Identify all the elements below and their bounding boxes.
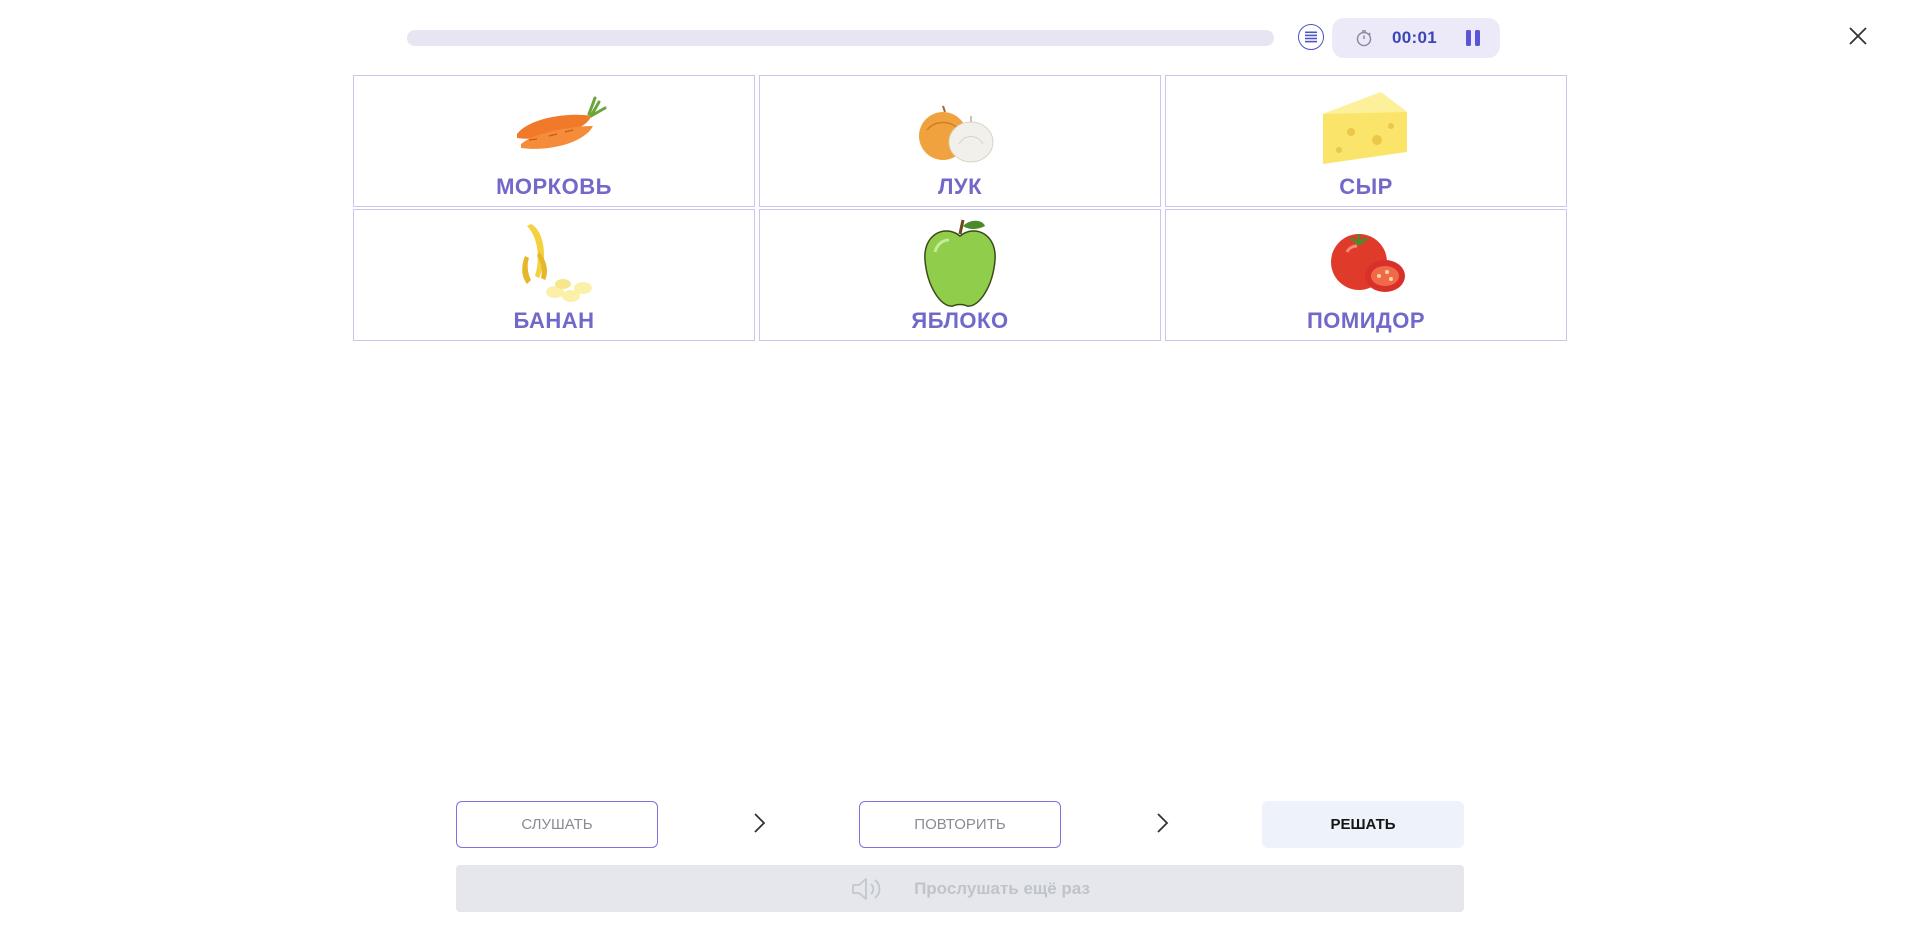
card-cheese[interactable]: СЫР <box>1165 75 1567 207</box>
pause-icon <box>1465 30 1471 46</box>
timer-value: 00:01 <box>1392 28 1437 47</box>
replay-content: Прослушать ещё раз <box>850 876 1090 902</box>
stopwatch-icon <box>1354 28 1374 48</box>
solve-button[interactable]: РЕШАТЬ <box>1262 801 1464 848</box>
list-icon <box>1305 31 1317 43</box>
card-carrot[interactable]: МОРКОВЬ <box>353 75 755 207</box>
card-word: ЛУК <box>937 174 983 199</box>
chevron-right-icon <box>754 813 766 833</box>
tomato-icon <box>1331 234 1405 292</box>
apple-icon <box>924 219 996 307</box>
chevron-right-icon <box>1157 813 1169 833</box>
card-word: СЫР <box>1339 174 1393 199</box>
card-apple[interactable]: ЯБЛОКО <box>759 209 1161 341</box>
replay-button[interactable]: Прослушать ещё раз <box>456 865 1464 912</box>
repeat-button[interactable]: ПОВТОРИТЬ <box>859 801 1061 848</box>
banana-icon <box>522 224 592 302</box>
close-button[interactable] <box>1846 24 1870 48</box>
list-button[interactable] <box>1298 24 1324 50</box>
listen-button[interactable]: СЛУШАТЬ <box>456 801 658 848</box>
card-onion[interactable]: ЛУК <box>759 75 1161 207</box>
close-icon <box>1849 27 1867 45</box>
pause-icon-bar <box>1474 30 1480 46</box>
speaker-icon <box>852 877 881 900</box>
timer-panel: 00:01 <box>1332 18 1500 58</box>
carrot-icon <box>517 96 607 149</box>
card-word: МОРКОВЬ <box>496 174 612 199</box>
card-word: БАНАН <box>513 308 595 333</box>
replay-label: Прослушать ещё раз <box>914 878 1090 898</box>
exercise-screen: 00:01 МОРКОВЬ ЛУК СЫР БАНАН ЯБЛОКО ПОМИД… <box>0 0 1920 941</box>
card-banana[interactable]: БАНАН <box>353 209 755 341</box>
answer-grid: МОРКОВЬ ЛУК СЫР БАНАН ЯБЛОКО ПОМИДОР <box>353 75 1567 341</box>
card-word: ЯБЛОКО <box>911 308 1009 333</box>
card-tomato[interactable]: ПОМИДОР <box>1165 209 1567 341</box>
pause-button[interactable] <box>1463 28 1483 48</box>
cheese-icon <box>1323 92 1407 164</box>
onion-garlic-icon <box>919 105 994 163</box>
card-word: ПОМИДОР <box>1306 308 1426 333</box>
progress-bar <box>407 30 1274 46</box>
